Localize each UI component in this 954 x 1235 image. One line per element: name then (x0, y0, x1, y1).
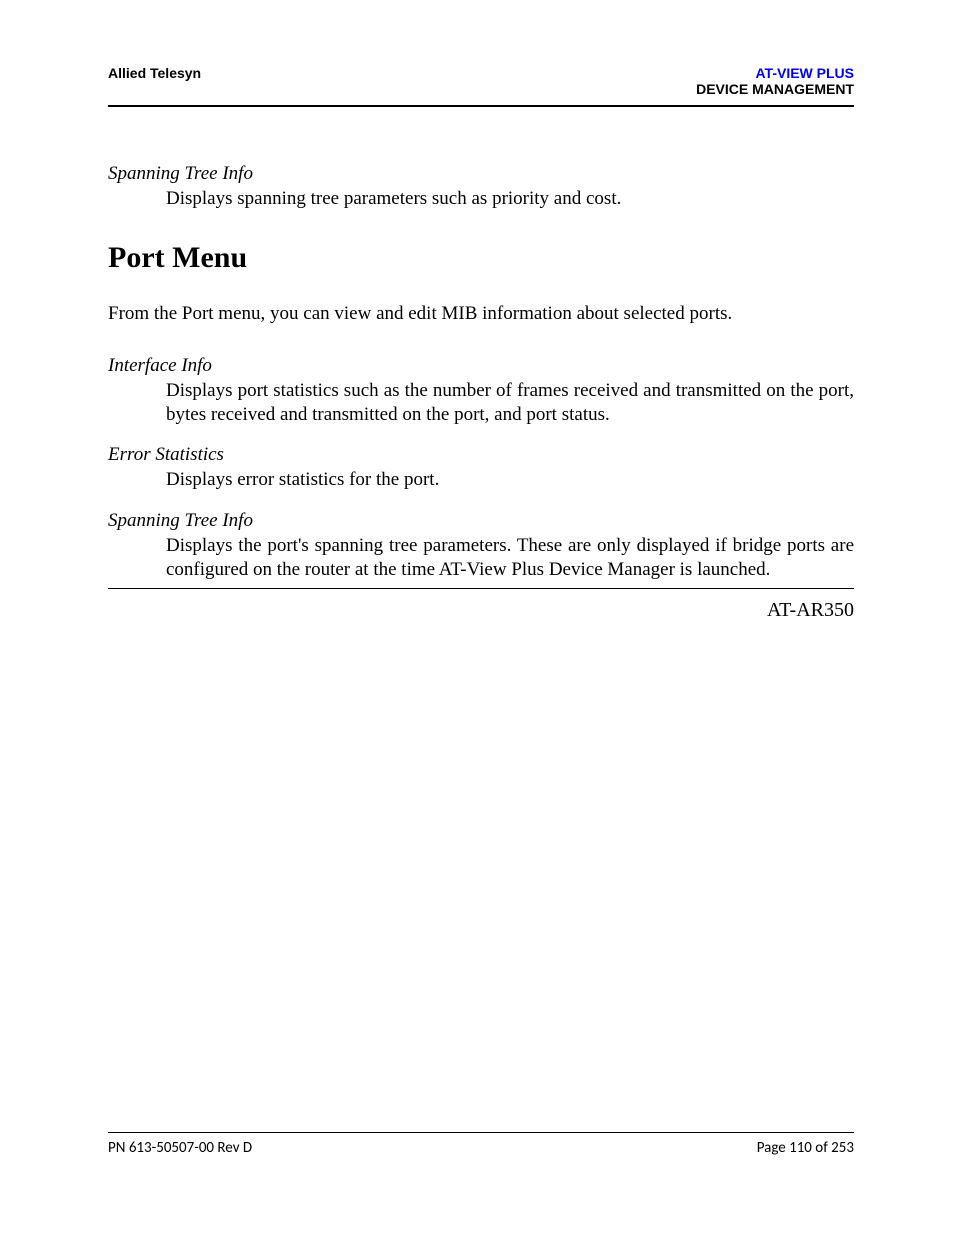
spanning-tree-info-term-bottom: Spanning Tree Info (108, 510, 854, 532)
header-section-name: DEVICE MANAGEMENT (696, 81, 854, 97)
port-menu-heading: Port Menu (108, 241, 854, 275)
spanning-tree-info-desc-top: Displays spanning tree parameters such a… (166, 187, 854, 211)
section-divider (108, 588, 854, 589)
interface-info-desc: Displays port statistics such as the num… (166, 379, 854, 427)
spanning-tree-info-term-top: Spanning Tree Info (108, 163, 854, 185)
header-left-brand: Allied Telesyn (108, 65, 201, 81)
header-right: AT-VIEW PLUS DEVICE MANAGEMENT (696, 65, 854, 97)
port-menu-intro: From the Port menu, you can view and edi… (108, 303, 854, 325)
error-statistics-term: Error Statistics (108, 444, 854, 466)
header-product-name: AT-VIEW PLUS (696, 65, 854, 81)
error-statistics-desc: Displays error statistics for the port. (166, 468, 854, 492)
page-header: Allied Telesyn AT-VIEW PLUS DEVICE MANAG… (108, 65, 854, 107)
spanning-tree-info-desc-bottom: Displays the port's spanning tree parame… (166, 534, 854, 582)
interface-info-term: Interface Info (108, 355, 854, 377)
footer-page-number: Page 110 of 253 (757, 1139, 854, 1157)
page-footer: PN 613-50507-00 Rev D Page 110 of 253 (108, 1132, 854, 1157)
device-model-label: AT-AR350 (108, 599, 854, 622)
footer-part-number: PN 613-50507-00 Rev D (108, 1139, 252, 1157)
